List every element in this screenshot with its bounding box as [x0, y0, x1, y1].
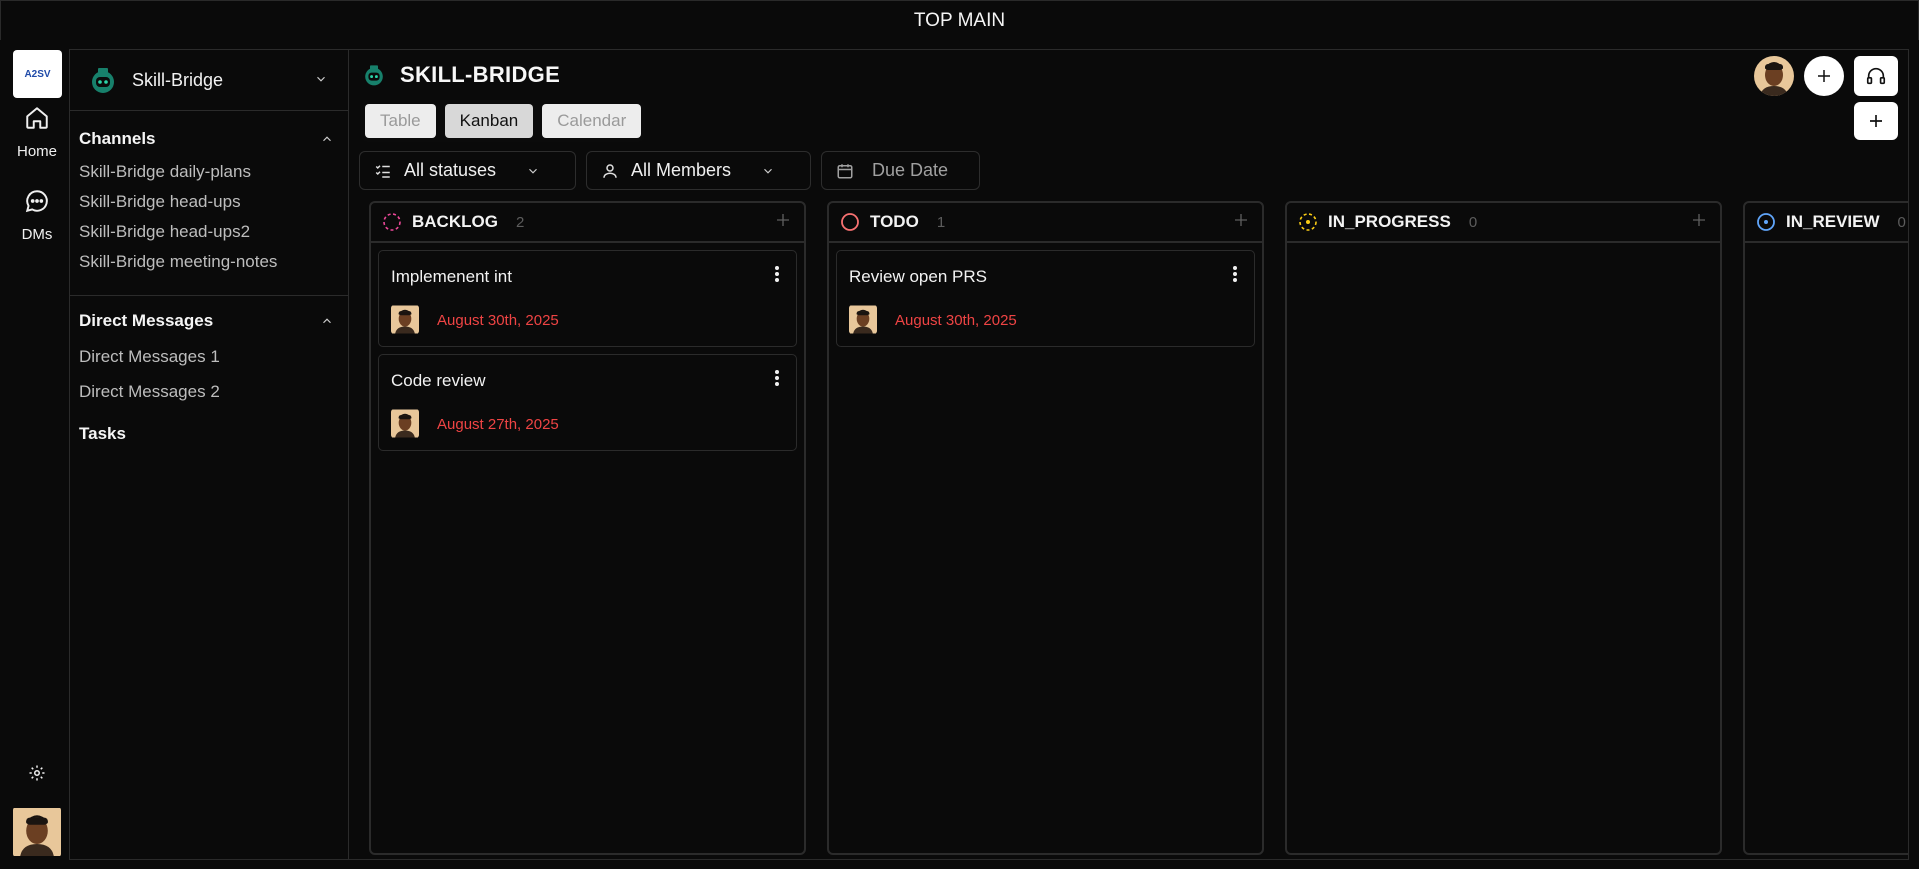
add-card-icon[interactable]: [1690, 211, 1708, 229]
task-card[interactable]: Code review August 27th, 2025: [378, 354, 797, 451]
filter-bar: All statuses All Members Due Date: [359, 151, 980, 190]
add-column-button[interactable]: [1854, 102, 1898, 140]
column-title: IN_PROGRESS: [1328, 212, 1451, 231]
rail-item-home[interactable]: Home: [10, 105, 64, 160]
user-icon: [603, 163, 617, 178]
headset-icon: [1866, 67, 1886, 85]
chevron-down-icon: [317, 76, 325, 82]
due-date: August 30th, 2025: [437, 312, 559, 329]
channel-item[interactable]: Skill-Bridge head-ups2: [70, 217, 348, 247]
column-count: 2: [515, 213, 525, 231]
due-date: August 27th, 2025: [437, 416, 559, 433]
channel-item[interactable]: Skill-Bridge daily-plans: [70, 157, 348, 187]
assignee-avatar: [849, 305, 877, 334]
column-title: BACKLOG: [412, 212, 498, 231]
status-filter[interactable]: All statuses: [359, 151, 576, 190]
chevron-up-icon: [323, 318, 331, 324]
column-header: TODO 1: [829, 203, 1262, 243]
robot-icon: [365, 65, 383, 86]
status-todo-icon: [841, 213, 859, 231]
assignee-avatar: [391, 409, 419, 438]
chevron-up-icon: [323, 136, 331, 142]
due-date-label: Due Date: [872, 160, 949, 180]
add-member-button[interactable]: [1804, 56, 1844, 96]
gear-icon[interactable]: [28, 764, 46, 782]
add-card-icon[interactable]: [1232, 211, 1250, 229]
top-bar: TOP MAIN: [0, 0, 1919, 40]
add-card-icon[interactable]: [774, 211, 792, 229]
channel-item[interactable]: Skill-Bridge meeting-notes: [70, 247, 348, 277]
column-title: TODO: [870, 212, 919, 231]
project-title: SKILL-BRIDGE: [400, 62, 561, 87]
plus-icon: [1870, 115, 1882, 127]
tab-calendar[interactable]: Calendar: [542, 104, 642, 138]
home-icon: [26, 107, 48, 129]
list-check-icon: [375, 164, 390, 178]
task-card[interactable]: Implemenent int August 30th, 2025: [378, 250, 797, 347]
status-filter-label: All statuses: [404, 160, 497, 180]
tasks-title: Tasks: [79, 424, 126, 443]
page-title: SKILL-BRIDGE: [362, 62, 560, 88]
rail-home-label: Home: [16, 143, 57, 160]
kanban-column-in-review: IN_REVIEW 0: [1743, 201, 1908, 855]
kanban-column-in-progress: IN_PROGRESS 0: [1285, 201, 1722, 855]
workspace-switcher[interactable]: Skill-Bridge: [70, 50, 348, 111]
tab-table[interactable]: Table: [365, 104, 436, 138]
column-header: IN_PROGRESS 0: [1287, 203, 1720, 243]
support-button[interactable]: [1854, 56, 1898, 96]
robot-icon: [92, 68, 114, 93]
kanban-column-backlog: BACKLOG 2 Implemenent int August 30th, 2…: [369, 201, 806, 855]
plus-icon: [1818, 70, 1830, 82]
calendar-icon: [837, 163, 853, 178]
rail-item-dms[interactable]: DMs: [10, 188, 64, 243]
task-card[interactable]: Review open PRS August 30th, 2025: [836, 250, 1255, 347]
due-date: August 30th, 2025: [895, 312, 1017, 329]
org-logo[interactable]: A2SV: [13, 50, 62, 98]
chevron-down-icon: [529, 168, 537, 174]
dm-item[interactable]: Direct Messages 1: [70, 339, 348, 374]
current-user-avatar[interactable]: [1754, 56, 1794, 96]
logo-text: A2SV: [24, 68, 51, 80]
channels-title: Channels: [79, 129, 156, 148]
more-vertical-icon[interactable]: [774, 369, 780, 387]
tab-kanban[interactable]: Kanban: [444, 104, 534, 138]
more-vertical-icon[interactable]: [774, 265, 780, 283]
column-count: 1: [936, 213, 946, 231]
status-backlog-icon: [383, 213, 401, 231]
status-in-progress-icon: [1299, 213, 1317, 231]
column-header: IN_REVIEW 0: [1745, 203, 1908, 243]
view-tabs: Table Kanban Calendar: [361, 100, 646, 142]
top-bar-title: TOP MAIN: [913, 9, 1006, 31]
dm-header[interactable]: Direct Messages: [70, 311, 348, 331]
column-header: BACKLOG 2: [371, 203, 804, 243]
due-date-filter[interactable]: Due Date: [821, 151, 980, 190]
chat-icon: [25, 190, 48, 213]
main-panel: SKILL-BRIDGE Table Kanban Calendar All s…: [349, 49, 1909, 860]
status-in-review-icon: [1757, 213, 1775, 231]
user-avatar[interactable]: [13, 807, 61, 857]
assignee-avatar: [391, 305, 419, 334]
channels-header[interactable]: Channels: [70, 129, 348, 149]
members-filter-label: All Members: [631, 160, 732, 180]
header-actions: [1754, 56, 1898, 96]
kanban-board: BACKLOG 2 Implemenent int August 30th, 2…: [369, 201, 1908, 855]
column-count: 0: [1468, 213, 1478, 231]
sidebar: Skill-Bridge Channels Skill-Bridge daily…: [69, 49, 349, 860]
kanban-column-todo: TODO 1 Review open PRS August 30th, 2025: [827, 201, 1264, 855]
chevron-down-icon: [764, 168, 772, 174]
column-title: IN_REVIEW: [1786, 212, 1880, 231]
rail-dms-label: DMs: [21, 226, 53, 243]
task-title: Review open PRS: [849, 267, 987, 286]
tasks-header[interactable]: Tasks: [70, 424, 348, 444]
members-filter[interactable]: All Members: [586, 151, 811, 190]
dm-item[interactable]: Direct Messages 2: [70, 374, 348, 409]
column-count: 0: [1897, 213, 1906, 231]
workspace-name: Skill-Bridge: [132, 69, 224, 90]
task-title: Implemenent int: [391, 267, 512, 286]
more-vertical-icon[interactable]: [1232, 265, 1238, 283]
app-rail: A2SV Home DMs: [10, 48, 64, 860]
dm-title: Direct Messages: [79, 311, 214, 330]
task-title: Code review: [391, 371, 486, 390]
channel-item[interactable]: Skill-Bridge head-ups: [70, 187, 348, 217]
